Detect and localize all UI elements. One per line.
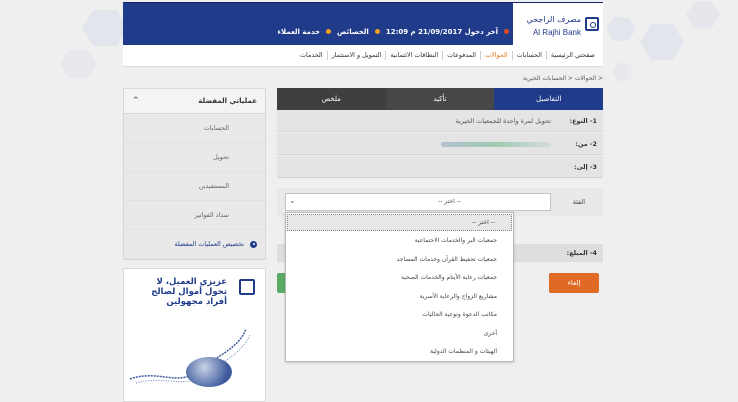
clock-icon — [504, 29, 509, 34]
features-icon — [374, 29, 380, 34]
customize-favorites-link[interactable]: تخصيص العمليات المفضلة — [124, 230, 265, 259]
dropdown-option[interactable]: -- اختر -- — [287, 214, 512, 231]
customer-service-icon — [326, 29, 332, 34]
bank-logo[interactable]: مصرف الراجحي Al Rajhi Bank — [513, 3, 603, 46]
fraud-awareness-banner[interactable]: عزيزي العميل، لا تحول أموال لصالح أفراد … — [123, 268, 266, 402]
chevron-up-icon[interactable]: ⌃ — [132, 96, 140, 106]
type-value: تحويل لمرة واحدة للجمعيات الخيرية — [455, 117, 551, 125]
category-selected-value: -- اختر -- — [438, 198, 461, 205]
bank-logo-icon — [239, 279, 255, 295]
amount-label: 4- المبلغ: — [566, 249, 597, 257]
dropdown-option[interactable]: الهيئات و المنظمات الدولية — [286, 343, 513, 362]
nav-item-services[interactable]: الخدمات — [296, 51, 327, 60]
wizard-steps: التفاصيل تأكيد ملخص — [276, 88, 603, 110]
sidebar-item-beneficiaries[interactable]: المستفيدين — [124, 172, 265, 201]
dropdown-option[interactable]: مشاريع الزواج والرعاية الأسرية — [286, 287, 513, 306]
category-label: الفئة — [572, 198, 585, 206]
dropdown-option[interactable]: جمعيات تحفيظ القرآن وخدمات المساجد — [286, 250, 513, 269]
from-account-value[interactable] — [441, 142, 551, 147]
favorites-header[interactable]: عملياتي المفضلة ⌃ — [124, 89, 265, 114]
category-select[interactable]: -- اختر -- ⌄ — [285, 193, 551, 211]
type-label: 1- النوع: — [569, 117, 597, 125]
nav-item-home[interactable]: صفحتي الرئيسية — [545, 51, 599, 60]
customize-favorites-label: تخصيص العمليات المفضلة — [174, 240, 244, 248]
nav-item-finance[interactable]: التمويل و الاستثمار — [326, 51, 386, 60]
top-header: آخر دخول 21/09/2017 م 12:09 الخصائص خدمة… — [123, 2, 603, 46]
category-dropdown-list: -- اختر -- جمعيات البر والخدمات الاجتماع… — [285, 212, 514, 362]
decor-hexagon — [82, 10, 128, 46]
decor-hexagon — [640, 24, 684, 60]
features-link[interactable]: الخصائص — [337, 28, 369, 36]
sidebar-item-bill-payment[interactable]: سداد الفواتير — [124, 201, 265, 230]
gear-icon — [250, 240, 257, 248]
logo-english-text: Al Rajhi Bank — [532, 28, 581, 37]
to-row: 3- إلى: — [277, 156, 603, 178]
banner-text: عزيزي العميل، لا تحول أموال لصالح أفراد … — [151, 277, 227, 307]
chevron-down-icon: ⌄ — [289, 196, 296, 205]
main-nav: صفحتي الرئيسية الحسابات الحوالات المدفوع… — [123, 45, 603, 67]
decor-hexagon — [606, 17, 636, 41]
dropdown-option[interactable]: جمعيات رعاية الأيتام والخدمات الصحية — [286, 269, 513, 288]
logo-arabic-text: مصرف الراجحي — [526, 15, 581, 24]
dropdown-option[interactable]: جمعيات البر والخدمات الاجتماعية — [286, 232, 513, 251]
type-row: 1- النوع: تحويل لمرة واحدة للجمعيات الخي… — [277, 110, 603, 132]
dropdown-option[interactable]: مكاتب الدعوة وتوعية الجاليات — [286, 306, 513, 325]
decor-hexagon — [612, 63, 634, 81]
last-login-text: آخر دخول 21/09/2017 م 12:09 — [385, 27, 498, 36]
globe-icon — [186, 357, 232, 387]
nav-item-transfers[interactable]: الحوالات — [480, 51, 512, 60]
from-row: 2- من: — [277, 133, 603, 155]
sidebar-item-transfer[interactable]: تحويل — [124, 143, 265, 172]
step-details: التفاصيل — [494, 88, 603, 110]
favorites-sidebar: عملياتي المفضلة ⌃ الحسابات تحويل المستفي… — [123, 88, 266, 260]
sidebar-item-accounts[interactable]: الحسابات — [124, 114, 265, 143]
decor-hexagon — [60, 49, 96, 79]
nav-item-credit-cards[interactable]: البطاقات الائتمانية — [385, 51, 442, 60]
customer-service-link[interactable]: خدمة العملاء — [277, 28, 320, 36]
step-confirm: تأكيد — [385, 88, 495, 110]
step-summary: ملخص — [276, 88, 386, 110]
from-label: 2- من: — [575, 140, 597, 148]
dropdown-option[interactable]: أخرى — [286, 324, 513, 343]
nav-item-accounts[interactable]: الحسابات — [511, 51, 546, 60]
breadcrumb[interactable]: < الحوالات < الحسابات الخيرية — [123, 75, 603, 82]
cancel-button[interactable]: إلغاء — [549, 273, 599, 293]
favorites-title: عملياتي المفضلة — [198, 97, 257, 105]
bank-logo-icon — [585, 17, 599, 31]
nav-item-payments[interactable]: المدفوعات — [442, 51, 480, 60]
decor-hexagon — [686, 1, 720, 29]
to-label: 3- إلى: — [574, 163, 597, 171]
